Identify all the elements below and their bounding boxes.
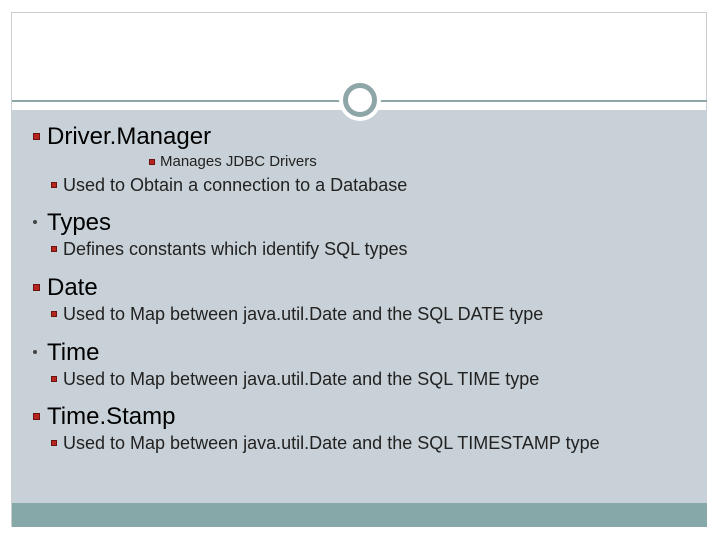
bullet-text: Manages JDBC Drivers	[160, 153, 317, 170]
bullet-date-map: Used to Map between java.util.Date and t…	[51, 304, 544, 325]
bullet-time-map: Used to Map between java.util.Date and t…	[51, 369, 540, 390]
bullet-time: Time	[33, 339, 100, 367]
red-square-bullet-icon	[149, 159, 155, 165]
bullet-text: Time.Stamp	[47, 403, 176, 430]
bullet-text: Driver.Manager	[47, 123, 212, 150]
bullet-date: Date	[33, 274, 98, 302]
bullet-text: Defines constants which identify SQL typ…	[63, 239, 408, 259]
red-square-bullet-icon	[51, 440, 57, 446]
red-square-bullet-icon	[33, 284, 40, 291]
red-square-bullet-icon	[51, 311, 57, 317]
red-square-bullet-icon	[33, 133, 40, 140]
bullet-text: Used to Map between java.util.Date and t…	[63, 304, 544, 324]
dot-bullet-icon	[33, 220, 37, 224]
red-square-bullet-icon	[51, 376, 57, 382]
footer-bar	[12, 503, 707, 527]
bullet-timestamp: Time.Stamp	[33, 403, 176, 431]
red-square-bullet-icon	[51, 246, 57, 252]
bullet-text: Used to Map between java.util.Date and t…	[63, 433, 600, 453]
bullet-text: Time	[47, 339, 100, 366]
bullet-timestamp-map: Used to Map between java.util.Date and t…	[51, 433, 600, 454]
ring-icon	[343, 83, 377, 117]
bullet-text: Types	[47, 209, 112, 236]
bullet-text: Used to Obtain a connection to a Databas…	[63, 175, 408, 195]
red-square-bullet-icon	[33, 413, 40, 420]
dot-bullet-icon	[33, 350, 37, 354]
bullet-defines-constants: Defines constants which identify SQL typ…	[51, 239, 408, 260]
bullet-types: Types	[33, 209, 112, 237]
bullet-text: Date	[47, 274, 98, 301]
circle-ornament	[339, 79, 381, 121]
red-square-bullet-icon	[51, 182, 57, 188]
bullet-obtain-connection: Used to Obtain a connection to a Databas…	[51, 175, 408, 196]
bullet-text: Used to Map between java.util.Date and t…	[63, 369, 540, 389]
bullet-manages-drivers: Manages JDBC Drivers	[149, 153, 317, 170]
bullet-driver-manager: Driver.Manager	[33, 123, 212, 151]
